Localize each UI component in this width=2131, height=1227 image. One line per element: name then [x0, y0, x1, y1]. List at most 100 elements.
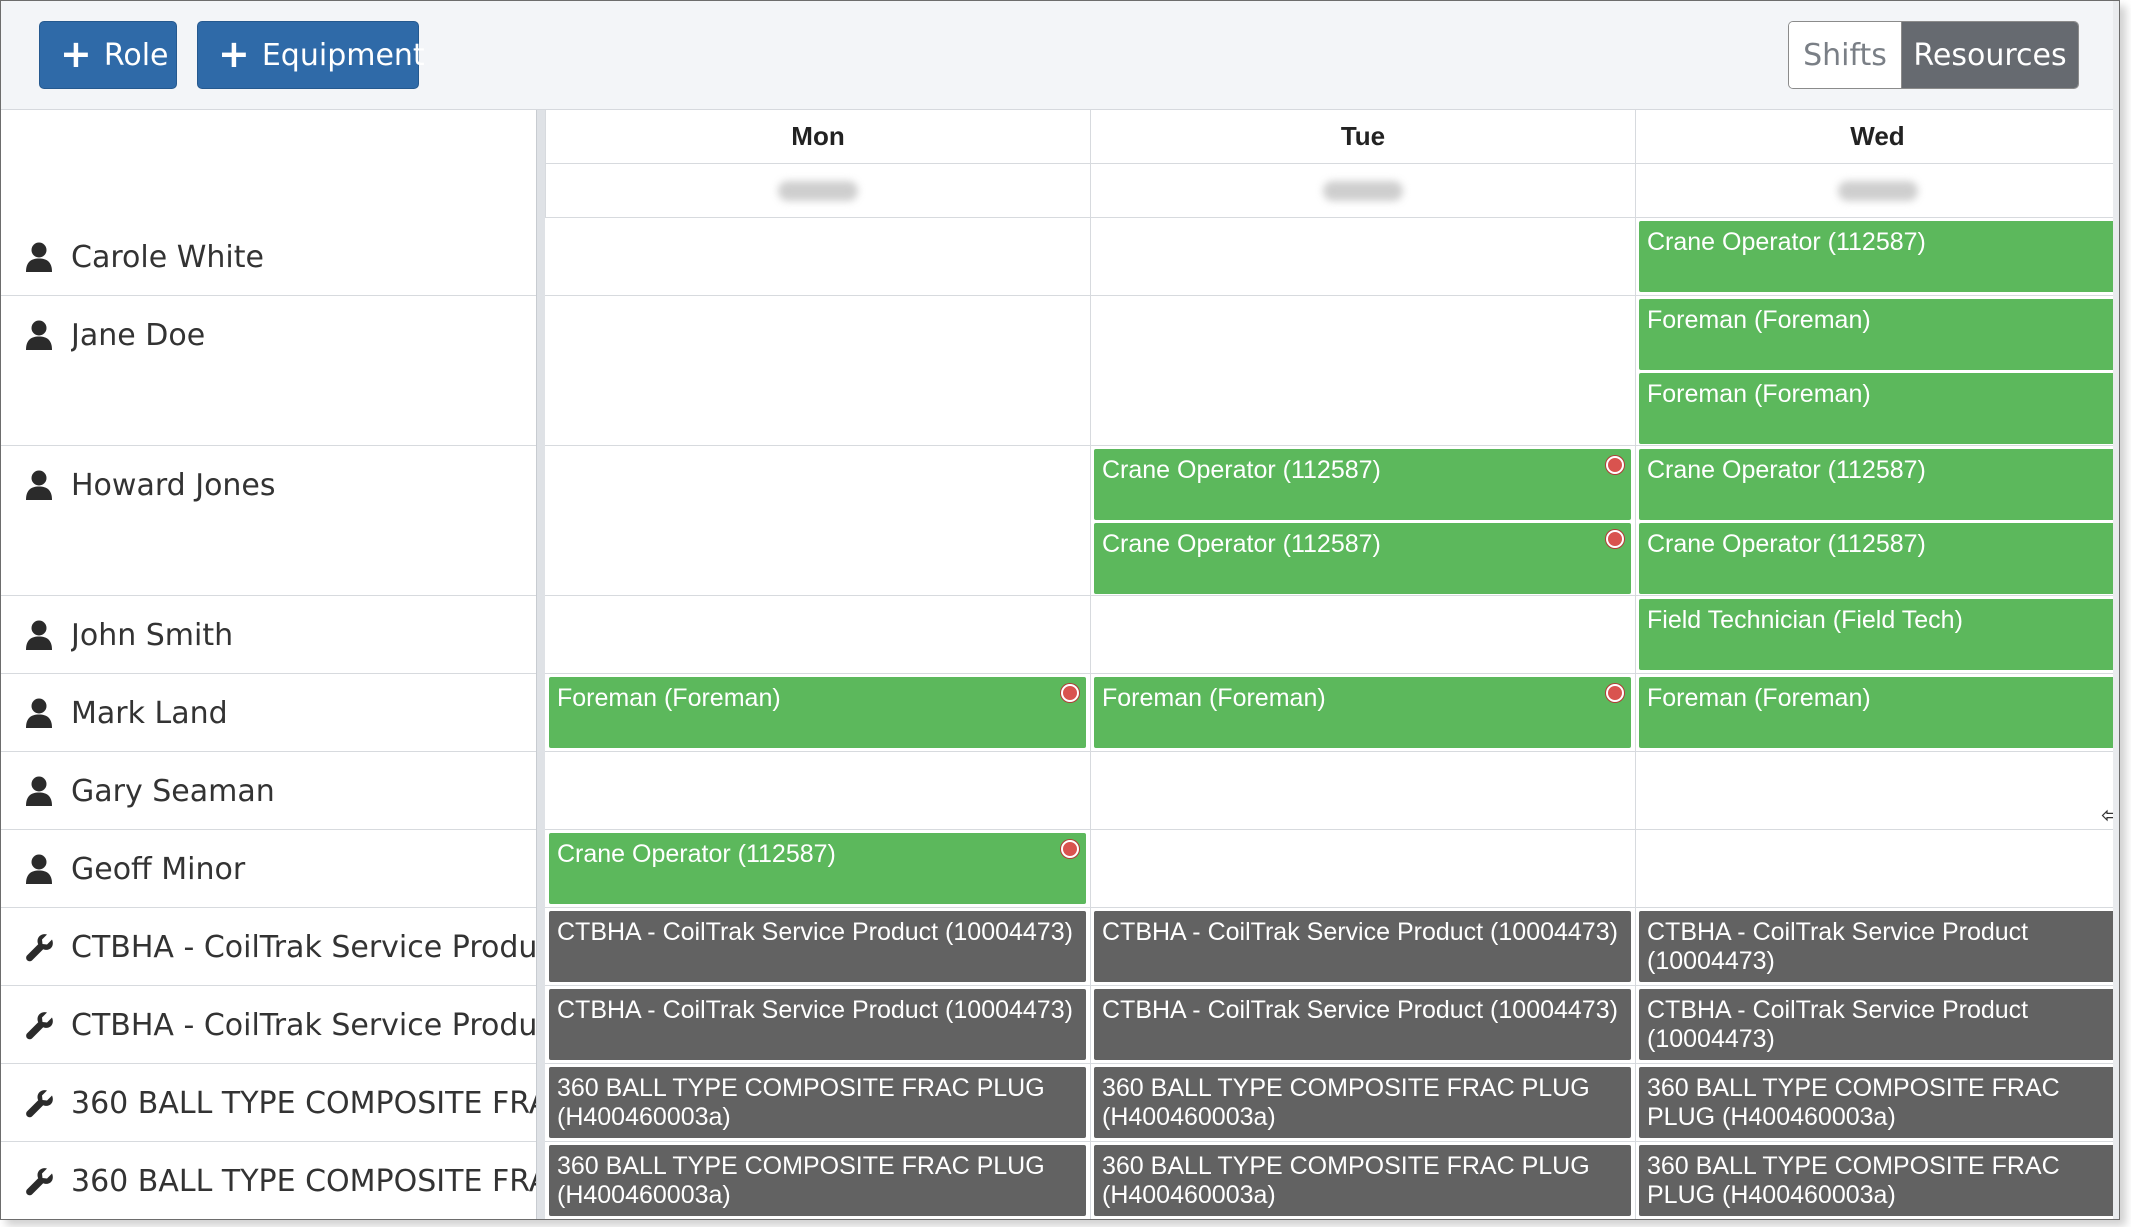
resource-name: CTBHA - CoilTrak Service Product 1 [71, 930, 536, 965]
resource-name: Jane Doe [71, 318, 206, 353]
shift-block[interactable]: Foreman (Foreman) [1639, 299, 2115, 370]
plus-icon: + [218, 31, 250, 76]
conflict-indicator-icon [1606, 456, 1624, 474]
wrench-icon [25, 1010, 53, 1040]
plus-icon: + [60, 31, 92, 76]
person-icon [25, 620, 53, 650]
resource-name: John Smith [71, 618, 234, 653]
shift-label: Crane Operator (112587) [1647, 530, 1926, 558]
equipment-block[interactable]: CTBHA - CoilTrak Service Product (100044… [1639, 989, 2115, 1060]
equipment-block[interactable]: CTBHA - CoilTrak Service Product (100044… [549, 989, 1086, 1060]
shift-label: Foreman (Foreman) [557, 684, 781, 712]
shift-block[interactable]: Crane Operator (112587) [549, 833, 1086, 904]
column-resize-handle[interactable] [536, 110, 545, 1219]
resource-name: Gary Seaman [71, 774, 275, 809]
column-divider [1090, 218, 1091, 1219]
equipment-block[interactable]: CTBHA - CoilTrak Service Product (100044… [1094, 911, 1631, 982]
resource-row-equipment[interactable]: CTBHA - CoilTrak Service Product 1 [1, 908, 536, 986]
shift-block[interactable]: Crane Operator (112587) [1094, 523, 1631, 594]
equipment-block[interactable]: CTBHA - CoilTrak Service Product (100044… [549, 911, 1086, 982]
shift-block[interactable]: Foreman (Foreman) [549, 677, 1086, 748]
resource-row-equipment[interactable]: 360 BALL TYPE COMPOSITE FRAC PLUG [1, 1142, 536, 1219]
equipment-block[interactable]: 360 BALL TYPE COMPOSITE FRAC PLUG (H4004… [1639, 1067, 2115, 1138]
resource-row-person[interactable]: Gary Seaman [1, 752, 536, 830]
shift-block[interactable]: Foreman (Foreman) [1639, 373, 2115, 444]
resource-row-person[interactable]: Howard Jones [1, 446, 536, 596]
equipment-block[interactable]: 360 BALL TYPE COMPOSITE FRAC PLUG (H4004… [549, 1067, 1086, 1138]
row-divider [545, 673, 2119, 674]
scheduler-window: + Role + Equipment Shifts Resources Caro… [0, 0, 2120, 1220]
shift-label: Foreman (Foreman) [1102, 684, 1326, 712]
equipment-block[interactable]: CTBHA - CoilTrak Service Product (100044… [1094, 989, 1631, 1060]
wrench-icon [25, 1166, 53, 1196]
person-icon [25, 776, 53, 806]
shift-label: 360 BALL TYPE COMPOSITE FRAC PLUG (H4004… [1647, 1074, 2060, 1131]
vertical-scrollbar[interactable] [2113, 1, 2119, 1219]
row-divider [545, 595, 2119, 596]
wrench-icon [25, 932, 53, 962]
shift-label: Foreman (Foreman) [1647, 380, 1871, 408]
resource-name: 360 BALL TYPE COMPOSITE FRAC PLUG [71, 1086, 536, 1121]
shift-label: Crane Operator (112587) [1102, 456, 1381, 484]
schedule-grid: Mon Tue Wed Crane Operator (112587) Foreman … [545, 110, 2119, 1219]
add-role-button[interactable]: + Role [39, 21, 177, 89]
shift-label: Crane Operator (112587) [1647, 456, 1926, 484]
add-role-label: Role [103, 37, 169, 73]
resources-view-button[interactable]: Resources [1902, 22, 2078, 88]
row-divider [545, 445, 2119, 446]
shift-label: Field Technician (Field Tech) [1647, 606, 1963, 634]
shift-block[interactable]: Crane Operator (112587) [1639, 449, 2115, 520]
resource-list: Carole White Jane Doe Howard Jones John Smi… [1, 110, 536, 1219]
resource-row-equipment[interactable]: CTBHA - CoilTrak Service Product 2 [1, 986, 536, 1064]
shift-block[interactable]: Crane Operator (112587) [1094, 449, 1631, 520]
equipment-block[interactable]: 360 BALL TYPE COMPOSITE FRAC PLUG (H4004… [1094, 1067, 1631, 1138]
shift-label: 360 BALL TYPE COMPOSITE FRAC PLUG (H4004… [1647, 1152, 2060, 1209]
add-equipment-label: Equipment [261, 37, 425, 73]
shift-block[interactable]: Crane Operator (112587) [1639, 523, 2115, 594]
shifts-view-button[interactable]: Shifts [1789, 22, 1902, 88]
shift-label: CTBHA - CoilTrak Service Product (100044… [1647, 996, 2029, 1053]
equipment-block[interactable]: CTBHA - CoilTrak Service Product (100044… [1639, 911, 2115, 982]
blurred-date-text [1837, 180, 1918, 201]
shift-label: CTBHA - CoilTrak Service Product (100044… [1102, 996, 1618, 1024]
shift-label: Crane Operator (112587) [1647, 228, 1926, 256]
shift-label: CTBHA - CoilTrak Service Product (100044… [1102, 918, 1618, 946]
shift-block[interactable]: Crane Operator (112587) [1639, 221, 2115, 292]
row-divider [545, 1063, 2119, 1064]
resource-row-person[interactable]: Geoff Minor [1, 830, 536, 908]
shift-block[interactable]: Foreman (Foreman) [1094, 677, 1631, 748]
blurred-date-text [778, 180, 858, 201]
shift-label: Crane Operator (112587) [1102, 530, 1381, 558]
resource-name: Howard Jones [71, 468, 276, 503]
conflict-indicator-icon [1061, 684, 1079, 702]
date-header-wed [1635, 164, 2119, 218]
row-divider [545, 829, 2119, 830]
resource-row-person[interactable]: John Smith [1, 596, 536, 674]
equipment-block[interactable]: 360 BALL TYPE COMPOSITE FRAC PLUG (H4004… [1639, 1145, 2115, 1216]
day-header-mon: Mon [545, 110, 1090, 164]
date-header-tue [1090, 164, 1635, 218]
resource-row-person[interactable]: Mark Land [1, 674, 536, 752]
row-divider [545, 295, 2119, 296]
shift-label: CTBHA - CoilTrak Service Product (100044… [557, 996, 1073, 1024]
resource-row-equipment[interactable]: 360 BALL TYPE COMPOSITE FRAC PLUG [1, 1064, 536, 1142]
equipment-block[interactable]: 360 BALL TYPE COMPOSITE FRAC PLUG (H4004… [1094, 1145, 1631, 1216]
conflict-indicator-icon [1606, 684, 1624, 702]
shift-label: 360 BALL TYPE COMPOSITE FRAC PLUG (H4004… [557, 1074, 1045, 1131]
person-icon [25, 242, 53, 272]
resource-row-person[interactable]: Carole White [1, 218, 536, 296]
shift-block[interactable]: Foreman (Foreman) [1639, 677, 2115, 748]
resource-row-person[interactable]: Jane Doe [1, 296, 536, 446]
wrench-icon [25, 1088, 53, 1118]
column-divider [1635, 218, 1636, 1219]
conflict-indicator-icon [1606, 530, 1624, 548]
row-divider [545, 907, 2119, 908]
shift-block[interactable]: Field Technician (Field Tech) [1639, 599, 2115, 670]
day-header-wed: Wed [1635, 110, 2119, 164]
equipment-block[interactable]: 360 BALL TYPE COMPOSITE FRAC PLUG (H4004… [549, 1145, 1086, 1216]
row-divider [545, 751, 2119, 752]
resource-name: CTBHA - CoilTrak Service Product 2 [71, 1008, 536, 1043]
shift-label: 360 BALL TYPE COMPOSITE FRAC PLUG (H4004… [557, 1152, 1045, 1209]
shift-label: 360 BALL TYPE COMPOSITE FRAC PLUG (H4004… [1102, 1152, 1590, 1209]
add-equipment-button[interactable]: + Equipment [197, 21, 425, 89]
